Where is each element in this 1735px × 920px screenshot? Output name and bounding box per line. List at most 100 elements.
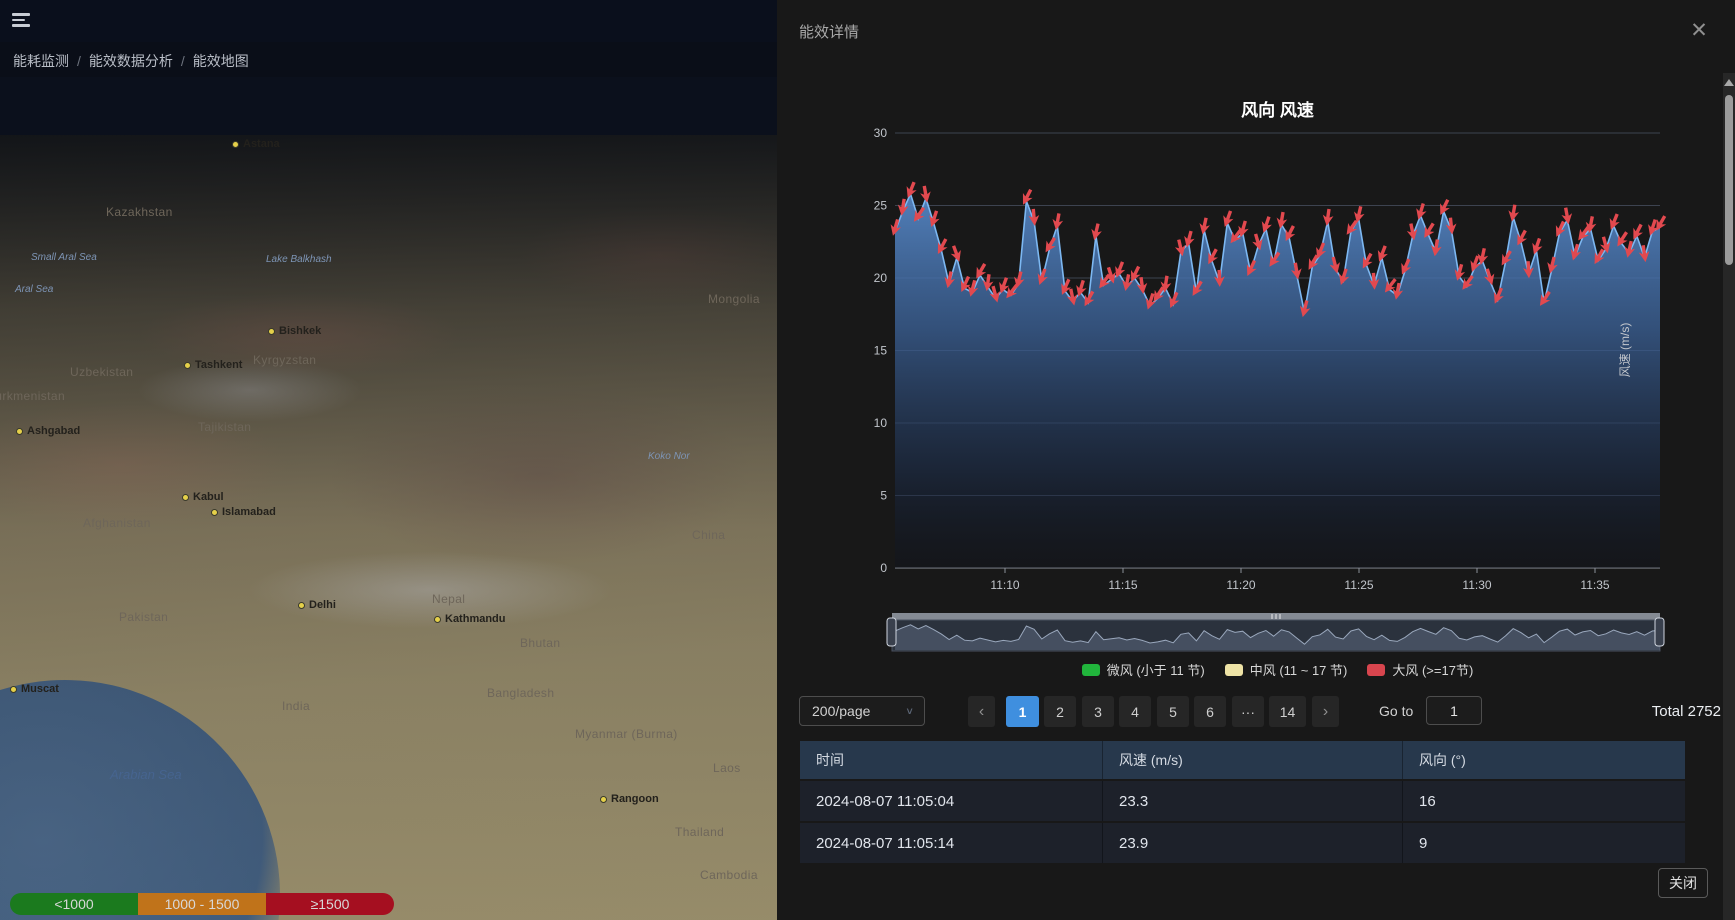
svg-text:20: 20 [874,271,888,285]
svg-text:10: 10 [874,416,888,430]
total-count: Total 2752 [1539,703,1721,720]
legend-item[interactable]: 大风 (>=17节) [1367,660,1473,679]
vertical-scrollbar[interactable] [1723,73,1735,920]
legend-item[interactable]: 微风 (小于 11 节) [1082,660,1205,679]
city-dot-icon [10,686,17,693]
city-dot-icon [434,616,441,623]
map-water-label: Aral Sea [15,284,53,295]
breadcrumb-item[interactable]: 能效数据分析 [89,53,173,69]
city-name: Astana [243,138,280,150]
hamburger-menu-icon[interactable] [12,13,30,28]
map-country-label: Bhutan [520,636,560,650]
svg-text:风速 (m/s): 风速 (m/s) [1618,323,1632,378]
goto-label: Go to [1379,703,1413,719]
legend-swatch [1082,664,1100,676]
map-water-label: Lake Balkhash [266,254,332,265]
city-dot-icon [232,141,239,148]
map-country-label: Kyrgyzstan [253,353,316,367]
scroll-up-icon[interactable] [1724,79,1734,86]
city-name: Kathmandu [445,613,506,625]
table-body: 2024-08-07 11:05:0423.3162024-08-07 11:0… [800,781,1685,863]
map-legend-segment: 1000 - 1500 [138,893,266,915]
map-country-label: Bangladesh [487,686,554,700]
page-button-6[interactable]: 6 [1194,696,1226,727]
svg-text:11:10: 11:10 [990,578,1019,592]
map-city-label: Rangoon [600,793,659,805]
svg-text:11:25: 11:25 [1344,578,1373,592]
close-button[interactable]: 关闭 [1658,868,1708,898]
datazoom-right-handle [1655,618,1664,646]
table-cell: 23.3 [1102,781,1402,821]
svg-text:25: 25 [874,199,888,213]
map-country-label: Laos [713,761,741,775]
map-city-label: Bishkek [268,325,321,337]
more-pages-button[interactable]: ··· [1232,696,1264,727]
legend-swatch [1225,664,1243,676]
page-button-5[interactable]: 5 [1157,696,1189,727]
scrollbar-thumb[interactable] [1725,95,1733,265]
table-cell: 2024-08-07 11:05:04 [800,781,1102,821]
breadcrumb-separator: / [181,53,185,69]
map-country-label: Pakistan [119,610,168,624]
map-color-legend: <10001000 - 1500≥1500 [10,893,394,915]
map-country-label: China [692,528,725,542]
page-button-1[interactable]: 1 [1006,696,1039,727]
page-size-select[interactable]: 200/page ∨ [799,696,925,726]
breadcrumb-item[interactable]: 能效地图 [193,53,249,69]
breadcrumb-bar: 能耗监测/能效数据分析/能效地图 [0,42,777,77]
wind-data-table: 时间风速 (m/s)风向 (°) 2024-08-07 11:05:0423.3… [800,741,1685,863]
query-toolbar: 查询方式 年度查询 ∨ 年份选择 2024 装载状态 装载 ∨ [0,77,777,135]
map-city-label: Astana [232,138,280,150]
page-button-2[interactable]: 2 [1044,696,1076,727]
map-city-label: Ashgabad [16,425,80,437]
svg-text:11:30: 11:30 [1462,578,1491,592]
svg-text:11:20: 11:20 [1226,578,1255,592]
map-country-label: Uzbekistan [70,365,133,379]
breadcrumb-item[interactable]: 能耗监测 [13,53,69,69]
app-root: 能耗监测/能效数据分析/能效地图 查询方式 年度查询 ∨ 年份选择 2024 装… [0,0,1735,920]
city-dot-icon [211,509,218,516]
svg-text:5: 5 [880,489,887,503]
map-city-label: Delhi [298,599,336,611]
svg-text:30: 30 [874,126,888,140]
table-col-header: 风向 (°) [1402,741,1685,779]
goto-page-input[interactable] [1426,696,1482,725]
map-water-label: Koko Nor [648,451,690,462]
table-row[interactable]: 2024-08-07 11:05:1423.99 [800,823,1685,863]
legend-item[interactable]: 中风 (11 ~ 17 节) [1225,660,1348,679]
table-header: 时间风速 (m/s)风向 (°) [800,741,1685,779]
map-country-label: Thailand [675,825,724,839]
city-name: Muscat [21,683,59,695]
map-legend-segment: ≥1500 [266,893,394,915]
legend-label: 中风 (11 ~ 17 节) [1250,660,1348,679]
svg-text:11:15: 11:15 [1108,578,1137,592]
map-country-label: Kazakhstan [106,205,173,219]
city-name: Delhi [309,599,336,611]
city-name: Rangoon [611,793,659,805]
city-name: Tashkent [195,359,242,371]
page-button-4[interactable]: 4 [1119,696,1151,727]
table-cell: 16 [1402,781,1685,821]
terrain-map[interactable]: KazakhstanMongoliaKyrgyzstanUzbekistanTu… [0,135,777,920]
next-page-button[interactable]: › [1312,696,1339,727]
city-name: Ashgabad [27,425,80,437]
page-button-3[interactable]: 3 [1082,696,1114,727]
map-application: 能耗监测/能效数据分析/能效地图 查询方式 年度查询 ∨ 年份选择 2024 装… [0,0,777,920]
map-city-label: Muscat [10,683,59,695]
city-dot-icon [16,428,23,435]
prev-page-button[interactable]: ‹ [968,696,995,727]
wind-chart[interactable]: 05101520253011:1011:1511:2011:2511:3011:… [777,0,1735,660]
breadcrumb: 能耗监测/能效数据分析/能效地图 [13,51,249,71]
page-button-14[interactable]: 14 [1269,696,1306,727]
table-col-header: 风速 (m/s) [1102,741,1402,779]
svg-text:15: 15 [874,344,888,358]
table-row[interactable]: 2024-08-07 11:05:0423.316 [800,781,1685,821]
city-dot-icon [600,796,607,803]
map-city-label: Kathmandu [434,613,506,625]
city-name: Bishkek [279,325,321,337]
map-country-label: Myanmar (Burma) [575,727,678,741]
legend-label: 大风 (>=17节) [1392,660,1473,679]
map-water-label: Arabian Sea [110,767,182,782]
city-dot-icon [184,362,191,369]
legend-label: 微风 (小于 11 节) [1107,660,1205,679]
